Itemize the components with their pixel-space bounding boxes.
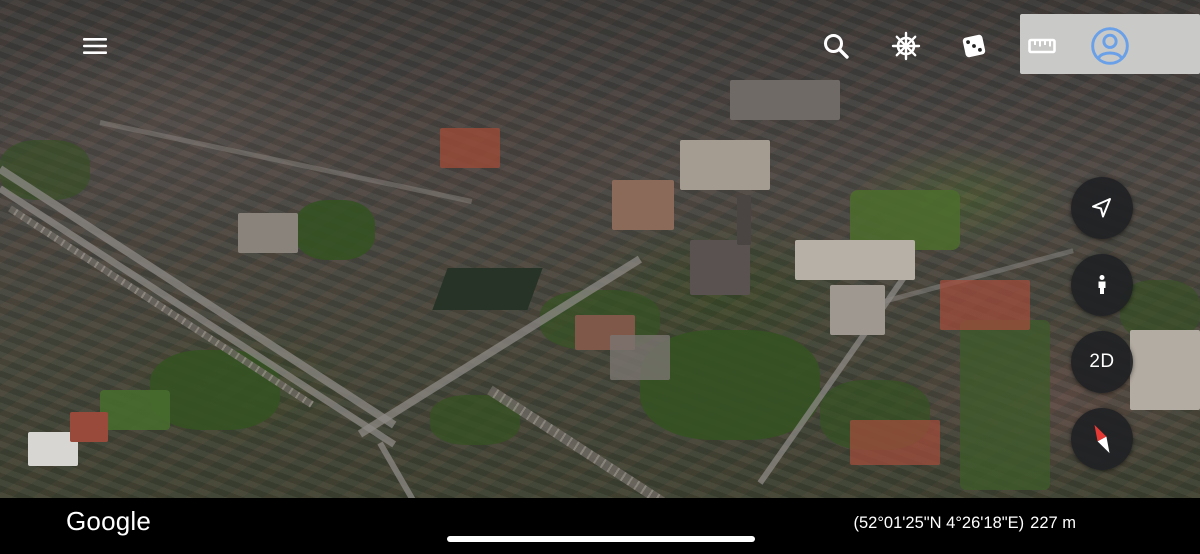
canal (432, 268, 543, 310)
voyager-button[interactable] (882, 22, 930, 70)
compass-button[interactable] (1071, 408, 1133, 470)
search-icon (824, 34, 849, 59)
feeling-lucky-button[interactable] (950, 22, 998, 70)
hamburger-menu-icon (83, 38, 107, 54)
pegman-icon (1098, 275, 1106, 294)
account-avatar-icon (1091, 27, 1129, 65)
apartment-block (1130, 330, 1200, 410)
street-view-button[interactable] (1071, 254, 1133, 316)
field (960, 320, 1050, 490)
apartment-block (795, 240, 915, 280)
building (70, 412, 108, 442)
bottom-bar: Google (52°01'25"N 4°26'18"E) 227 m (0, 498, 1200, 554)
tree-cluster (295, 200, 375, 260)
ruler-icon (1028, 38, 1056, 54)
navigation-arrow-icon (1092, 198, 1111, 218)
coordinates-text: (52°01'25"N 4°26'18"E) (853, 514, 1025, 532)
compass-icon (1094, 424, 1110, 454)
plaza (610, 335, 670, 380)
measure-button[interactable] (1018, 22, 1066, 70)
home-indicator[interactable] (447, 536, 755, 542)
field (100, 390, 170, 430)
rooftops-red (850, 420, 940, 465)
view-mode-label: 2D (1089, 351, 1115, 372)
search-button[interactable] (812, 22, 860, 70)
office-block (730, 80, 840, 120)
map-view[interactable] (0, 0, 1200, 498)
dice-icon (962, 34, 986, 58)
coordinates-readout: (52°01'25"N 4°26'18"E) 227 m (853, 514, 1076, 533)
account-button[interactable] (1086, 22, 1134, 70)
church-tower (737, 195, 751, 245)
view-mode-toggle[interactable]: 2D (1071, 331, 1133, 393)
tree-cluster (0, 140, 90, 200)
rooftops-red (940, 280, 1030, 330)
apartment-block (680, 140, 770, 190)
my-location-button[interactable] (1071, 177, 1133, 239)
apartment-block (612, 180, 674, 230)
rooftops-red (440, 128, 500, 168)
ship-wheel-icon (891, 31, 921, 61)
apartment-block (830, 285, 885, 335)
google-logo: Google (66, 506, 152, 536)
church (690, 240, 750, 295)
menu-button[interactable] (71, 22, 119, 70)
building (238, 213, 298, 253)
altitude-text: 227 m (1030, 514, 1076, 532)
